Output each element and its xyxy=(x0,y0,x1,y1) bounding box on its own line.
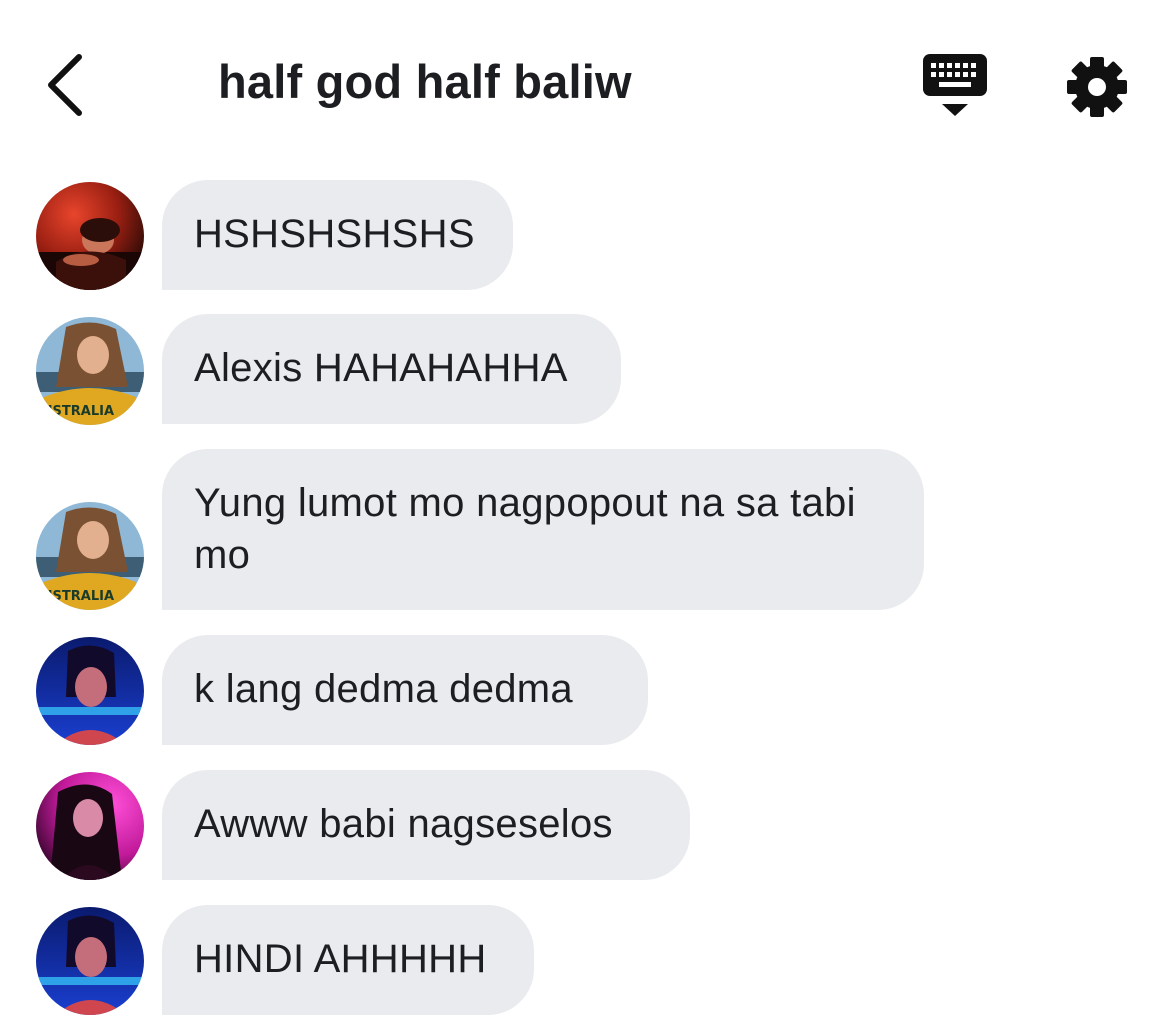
avatar[interactable]: USTRALIA xyxy=(36,317,144,425)
message-bubble[interactable]: HSHSHSHSHS xyxy=(162,180,513,290)
message-list: HSHSHSHSHS USTRALIA Alexis HAHAHAHHA UST… xyxy=(0,0,1170,1027)
avatar[interactable] xyxy=(36,907,144,1015)
message-text: HSHSHSHSHS xyxy=(194,212,475,256)
message-bubble[interactable]: Yung lumot mo nagpopout na sa tabi mo xyxy=(162,449,924,610)
message-text: k lang dedma dedma xyxy=(194,667,573,711)
avatar[interactable] xyxy=(36,182,144,290)
avatar-image: USTRALIA xyxy=(36,502,144,610)
message-text: Awww babi nagseselos xyxy=(194,802,613,846)
message-bubble[interactable]: HINDI AHHHHH xyxy=(162,905,534,1015)
avatar[interactable]: USTRALIA xyxy=(36,502,144,610)
avatar-image: USTRALIA xyxy=(36,317,144,425)
message-bubble[interactable]: Alexis HAHAHAHHA xyxy=(162,314,621,424)
avatar-image xyxy=(36,182,144,290)
avatar[interactable] xyxy=(36,637,144,745)
message-bubble[interactable]: k lang dedma dedma xyxy=(162,635,648,745)
avatar-image xyxy=(36,907,144,1015)
avatar[interactable] xyxy=(36,772,144,880)
message-bubble[interactable]: Awww babi nagseselos xyxy=(162,770,690,880)
message-text: Alexis HAHAHAHHA xyxy=(194,346,568,390)
avatar-caption: USTRALIA xyxy=(42,404,114,419)
avatar-image xyxy=(36,637,144,745)
avatar-caption: USTRALIA xyxy=(42,589,114,604)
message-text: HINDI AHHHHH xyxy=(194,937,487,981)
avatar-image xyxy=(36,772,144,880)
message-text: Yung lumot mo nagpopout na sa tabi mo xyxy=(194,481,856,577)
